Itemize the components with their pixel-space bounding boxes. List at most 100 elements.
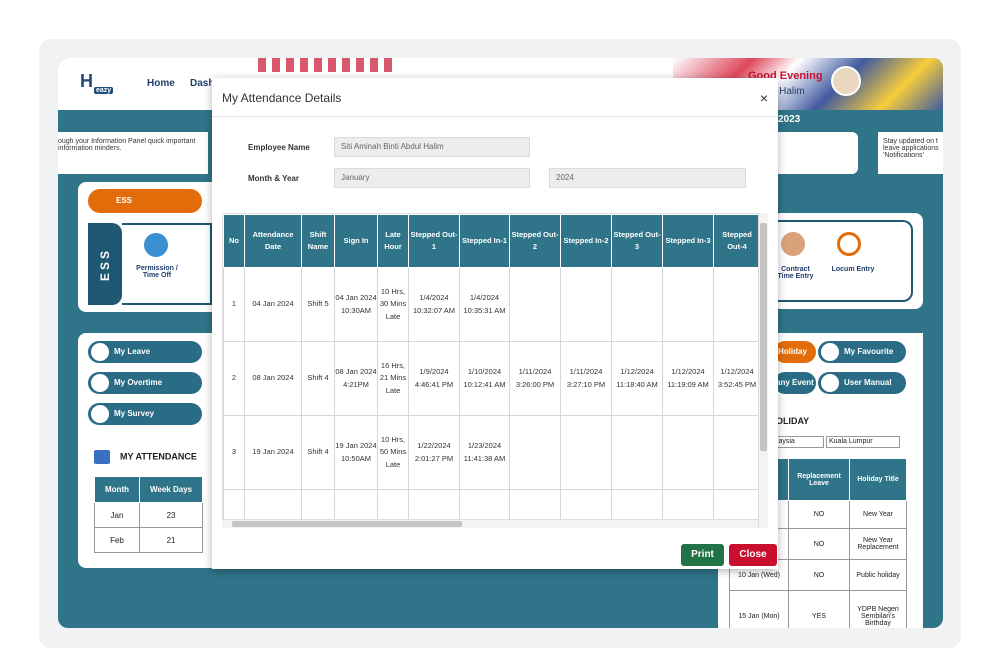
col-shift-name: Shift Name	[301, 214, 335, 268]
col-stepped-in-1: Stepped In-1	[459, 214, 510, 268]
permission-time-off-link[interactable]: Permission / Time Off	[132, 265, 182, 279]
table-cell: 1/12/2024 11:19:09 AM	[662, 341, 714, 416]
col-stepped-in-2: Stepped In-2	[560, 214, 612, 268]
holiday-title-cell: Public holiday	[849, 559, 907, 591]
table-cell: 1	[223, 267, 245, 342]
close-icon[interactable]: ×	[760, 90, 768, 106]
table-cell	[662, 267, 714, 342]
my-survey-label: My Survey	[114, 409, 155, 418]
info-left-text: ough your Information Panel quick import…	[58, 138, 196, 152]
table-row[interactable]: 3 19 Jan 2024 Shift 4 19 Jan 2024 10:50AM 10…	[223, 415, 761, 490]
table-cell	[560, 415, 612, 490]
my-leave-button[interactable]: My Leave	[88, 341, 202, 363]
favourite-icon	[821, 343, 839, 361]
table-cell	[611, 267, 663, 342]
app-logo[interactable]: Heazy	[80, 71, 126, 97]
replacement-cell: YES	[788, 590, 850, 628]
col-holiday-title: Holiday Title	[849, 458, 907, 501]
table-cell: 08 Jan 2024	[244, 341, 302, 416]
employee-name-field[interactable]: Siti Aminah Binti Abdul Halim	[334, 137, 530, 157]
user-manual-button[interactable]: User Manual	[818, 372, 906, 394]
year-banner: 2023	[778, 114, 801, 125]
permission-icon[interactable]	[144, 233, 168, 257]
locum-entry-link[interactable]: Locum Entry	[828, 266, 878, 273]
year-value: 2024	[556, 173, 574, 182]
my-attendance-title-text: MY ATTENDANCE	[120, 451, 197, 462]
table-row[interactable]: 2 08 Jan 2024 Shift 4 08 Jan 2024 4:21PM 16 …	[223, 341, 761, 416]
table-cell: Shift 4	[301, 415, 335, 490]
holiday-title-cell: YDPB Negeri Sembilan's Birthday	[849, 590, 907, 628]
contract-time-entry-link[interactable]: Contract Time Entry	[773, 266, 818, 280]
table-cell	[713, 415, 761, 490]
my-favourite-button[interactable]: My Favourite	[818, 341, 906, 363]
contract-icon[interactable]	[781, 232, 805, 256]
horizontal-scrollbar[interactable]	[222, 519, 758, 528]
month-field[interactable]: January	[334, 168, 530, 188]
nav-dashboard[interactable]: Dash	[190, 78, 214, 89]
table-row[interactable]: 15 Jan (Mon) YES YDPB Negeri Sembilan's Bi…	[729, 590, 907, 628]
col-no: No	[223, 214, 245, 268]
my-overtime-button[interactable]: My Overtime	[88, 372, 202, 394]
my-attendance-table: Month Week Days Jan 23 Feb 21	[94, 476, 204, 553]
country-select[interactable]: alaysia	[770, 436, 824, 448]
employee-name-value: Siti Aminah Binti Abdul Halim	[341, 142, 444, 151]
table-cell	[509, 415, 561, 490]
year-field[interactable]: 2024	[549, 168, 746, 188]
employee-name-label: Employee Name	[248, 143, 310, 152]
table-cell: 1/12/2024 3:52:45 PM	[713, 341, 761, 416]
table-cell: 10 Hrs, 30 Mins Late	[377, 267, 409, 342]
date-cell: 15 Jan (Mon)	[729, 590, 789, 628]
my-overtime-label: My Overtime	[114, 378, 163, 387]
table-cell	[560, 267, 612, 342]
col-replacement-leave: Replacement Leave	[788, 458, 850, 501]
table-cell	[611, 415, 663, 490]
holiday-button[interactable]: Holiday	[774, 341, 816, 363]
user-manual-label: User Manual	[844, 378, 892, 387]
table-cell: 04 Jan 2024 10:30AM	[334, 267, 378, 342]
nav-home[interactable]: Home	[147, 78, 175, 89]
vertical-scroll-thumb[interactable]	[760, 223, 767, 451]
table-cell: 1/23/2024 11:41:38 AM	[459, 415, 510, 490]
ess-side-label: ESS	[88, 223, 122, 305]
attendance-body: 1 04 Jan 2024 Shift 5 04 Jan 2024 10:30AM 10…	[223, 267, 761, 527]
vertical-scrollbar[interactable]	[758, 213, 768, 528]
month-year-label: Month & Year	[248, 174, 299, 183]
table-cell: 19 Jan 2024	[244, 415, 302, 490]
city-select[interactable]: Kuala Lumpur	[826, 436, 900, 448]
table-row[interactable]: Feb 21	[94, 527, 204, 553]
ess-button[interactable]: ESS	[88, 189, 202, 213]
locum-gear-icon[interactable]	[837, 232, 861, 256]
table-cell: 1/11/2024 3:27:10 PM	[560, 341, 612, 416]
flag-decoration	[258, 58, 398, 72]
company-event-button[interactable]: any Event	[774, 372, 816, 394]
week-days-cell: 23	[138, 502, 204, 528]
close-button[interactable]: Close	[729, 544, 777, 566]
horizontal-scroll-thumb[interactable]	[232, 521, 462, 527]
attendance-header-row: No Attendance Date Shift Name Sign In La…	[223, 214, 761, 268]
col-stepped-in-3: Stepped In-3	[662, 214, 714, 268]
table-cell: 1/4/2024 10:35:31 AM	[459, 267, 510, 342]
holiday-label: Holiday	[778, 347, 807, 356]
ess-panel: Permission / Time Off	[122, 223, 212, 305]
table-cell: 2	[223, 341, 245, 416]
replacement-cell: NO	[788, 500, 850, 529]
month-value: January	[341, 173, 370, 182]
table-cell	[509, 267, 561, 342]
table-cell: 1/4/2024 10:32:07 AM	[408, 267, 460, 342]
user-avatar[interactable]	[831, 66, 861, 96]
my-attendance-title: MY ATTENDANCE	[94, 450, 197, 464]
replacement-cell: NO	[788, 528, 850, 560]
week-days-cell: 21	[138, 527, 204, 553]
attendance-grid[interactable]: No Attendance Date Shift Name Sign In La…	[222, 213, 768, 528]
right-quicklinks-panel: Contract Time Entry Locum Entry	[773, 220, 913, 302]
table-cell: 1/12/2024 11:18:40 AM	[611, 341, 663, 416]
modal-divider	[212, 116, 778, 117]
table-cell	[662, 415, 714, 490]
my-survey-button[interactable]: My Survey	[88, 403, 202, 425]
table-row[interactable]: 1 04 Jan 2024 Shift 5 04 Jan 2024 10:30AM 10…	[223, 267, 761, 342]
attendance-details-modal: My Attendance Details × Employee Name Si…	[212, 78, 778, 569]
table-row[interactable]: Jan 23	[94, 502, 204, 528]
print-button[interactable]: Print	[681, 544, 724, 566]
table-cell	[713, 267, 761, 342]
table-cell: 10 Hrs, 50 Mins Late	[377, 415, 409, 490]
